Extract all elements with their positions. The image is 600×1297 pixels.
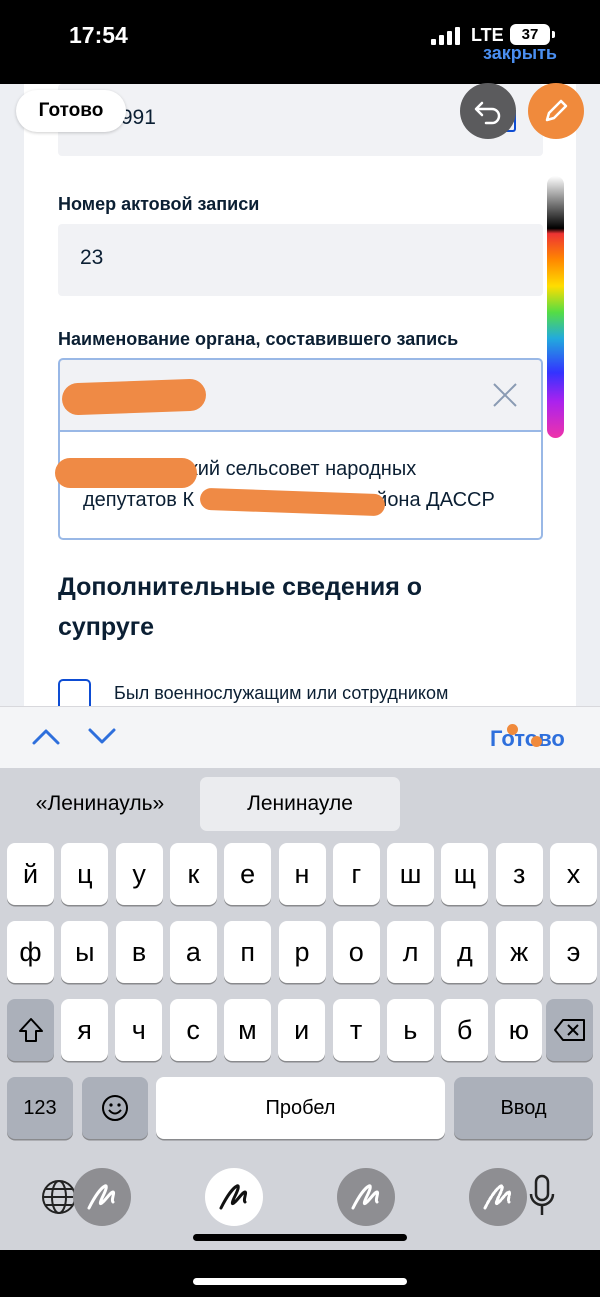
status-time: 17:54	[69, 22, 128, 48]
pen-tool-button[interactable]	[205, 1168, 263, 1226]
markup-dot	[507, 724, 518, 735]
scribble-icon	[219, 1184, 248, 1210]
close-link[interactable]: закрыть	[483, 43, 557, 64]
microphone-icon[interactable]	[528, 1174, 556, 1218]
backspace-icon	[553, 1019, 585, 1041]
marker-tool-button[interactable]	[73, 1168, 131, 1226]
pencil-button[interactable]	[528, 83, 584, 139]
key-letter[interactable]: ф	[7, 921, 54, 983]
suggestion-quoted[interactable]: «Ленинауль»	[10, 777, 190, 831]
key-letter[interactable]: м	[223, 999, 271, 1061]
key-letter[interactable]: о	[332, 921, 380, 983]
markup-dot	[531, 736, 542, 747]
key-letter[interactable]: з	[495, 843, 543, 905]
pencil-icon	[545, 99, 568, 122]
suggestion-line-2b: йона ДАССР	[376, 489, 495, 511]
key-letter[interactable]: а	[169, 921, 217, 983]
scribble-icon	[483, 1184, 512, 1210]
color-slider[interactable]	[545, 174, 566, 440]
key-letter[interactable]: к	[169, 843, 217, 905]
authority-label: Наименование органа, составившего запись	[58, 329, 459, 349]
tool-drawer-bar	[193, 1234, 407, 1241]
bottom-strip	[0, 1250, 600, 1297]
key-letter[interactable]: в	[115, 921, 163, 983]
military-checkbox-label: Был военнослужащим или сотрудником	[114, 683, 449, 703]
spouse-section-title: Дополнительные сведения о супруге	[58, 573, 423, 641]
home-indicator[interactable]	[193, 1278, 407, 1285]
record-number-field[interactable]: 23	[58, 224, 543, 296]
suggestion-primary[interactable]: Ленинауле	[200, 777, 400, 831]
undo-icon	[474, 101, 501, 125]
suggestion-bar: «Ленинауль» Ленинауле	[0, 768, 600, 836]
key-letter[interactable]: д	[441, 921, 489, 983]
highlighter-tool-button[interactable]	[337, 1168, 395, 1226]
key-letter[interactable]: ж	[495, 921, 543, 983]
key-letter[interactable]: н	[278, 843, 326, 905]
key-letter[interactable]: ч	[115, 999, 163, 1061]
battery-tip	[552, 31, 555, 38]
record-number-value: 23	[80, 246, 104, 269]
scribble-icon	[87, 1184, 116, 1210]
key-letter[interactable]: и	[278, 999, 326, 1061]
key-letter[interactable]: р	[278, 921, 326, 983]
key-letter[interactable]: й	[7, 843, 54, 905]
key-letter[interactable]: ц	[61, 843, 109, 905]
key-letter[interactable]: е	[224, 843, 272, 905]
key-letter[interactable]: я	[61, 999, 108, 1061]
redaction-mark	[61, 378, 207, 416]
key-letter[interactable]: ш	[387, 843, 435, 905]
backspace-key[interactable]	[546, 999, 593, 1061]
status-bar: 17:54 LTE 37 закрыть	[0, 0, 600, 84]
undo-button[interactable]	[460, 83, 516, 139]
shift-key[interactable]	[7, 999, 54, 1061]
key-letter[interactable]: ю	[495, 999, 543, 1061]
space-key[interactable]: Пробел	[156, 1077, 445, 1139]
key-letter[interactable]: т	[332, 999, 380, 1061]
shift-icon	[18, 1018, 43, 1042]
key-letter[interactable]: б	[441, 999, 489, 1061]
record-number-label: Номер актовой записи	[58, 194, 260, 214]
key-letter[interactable]: э	[550, 921, 597, 983]
key-letter[interactable]: х	[550, 843, 597, 905]
key-letter[interactable]: ы	[61, 921, 109, 983]
keyboard-accessory-bar: Готово	[0, 706, 600, 768]
emoji-icon	[102, 1095, 128, 1121]
redaction-mark	[55, 458, 197, 488]
emoji-key[interactable]	[82, 1077, 148, 1139]
markup-done-button[interactable]: Готово	[16, 90, 126, 132]
key-letter[interactable]: п	[224, 921, 272, 983]
scribble-icon	[351, 1184, 380, 1210]
key-letter[interactable]: с	[169, 999, 217, 1061]
keyboard-done-button[interactable]: Готово	[490, 726, 565, 752]
military-checkbox[interactable]	[58, 679, 91, 706]
suggestion-line-2a: депутатов К	[83, 489, 195, 511]
chevron-down-icon[interactable]	[87, 725, 117, 747]
key-letter[interactable]: г	[332, 843, 380, 905]
key-letter[interactable]: у	[115, 843, 163, 905]
form-page: 05.1991 Номер актовой записи 23 Наименов…	[0, 84, 600, 706]
signal-icon	[431, 27, 465, 45]
key-letter[interactable]: щ	[441, 843, 489, 905]
key-letter[interactable]: л	[387, 921, 435, 983]
chevron-up-icon[interactable]	[31, 725, 61, 747]
pencil-tool-button[interactable]	[469, 1168, 527, 1226]
battery-icon: 37	[510, 24, 550, 45]
key-letter[interactable]: ь	[386, 999, 434, 1061]
return-key[interactable]: Ввод	[454, 1077, 593, 1139]
clear-icon[interactable]	[491, 381, 519, 409]
numbers-key[interactable]: 123	[7, 1077, 73, 1139]
